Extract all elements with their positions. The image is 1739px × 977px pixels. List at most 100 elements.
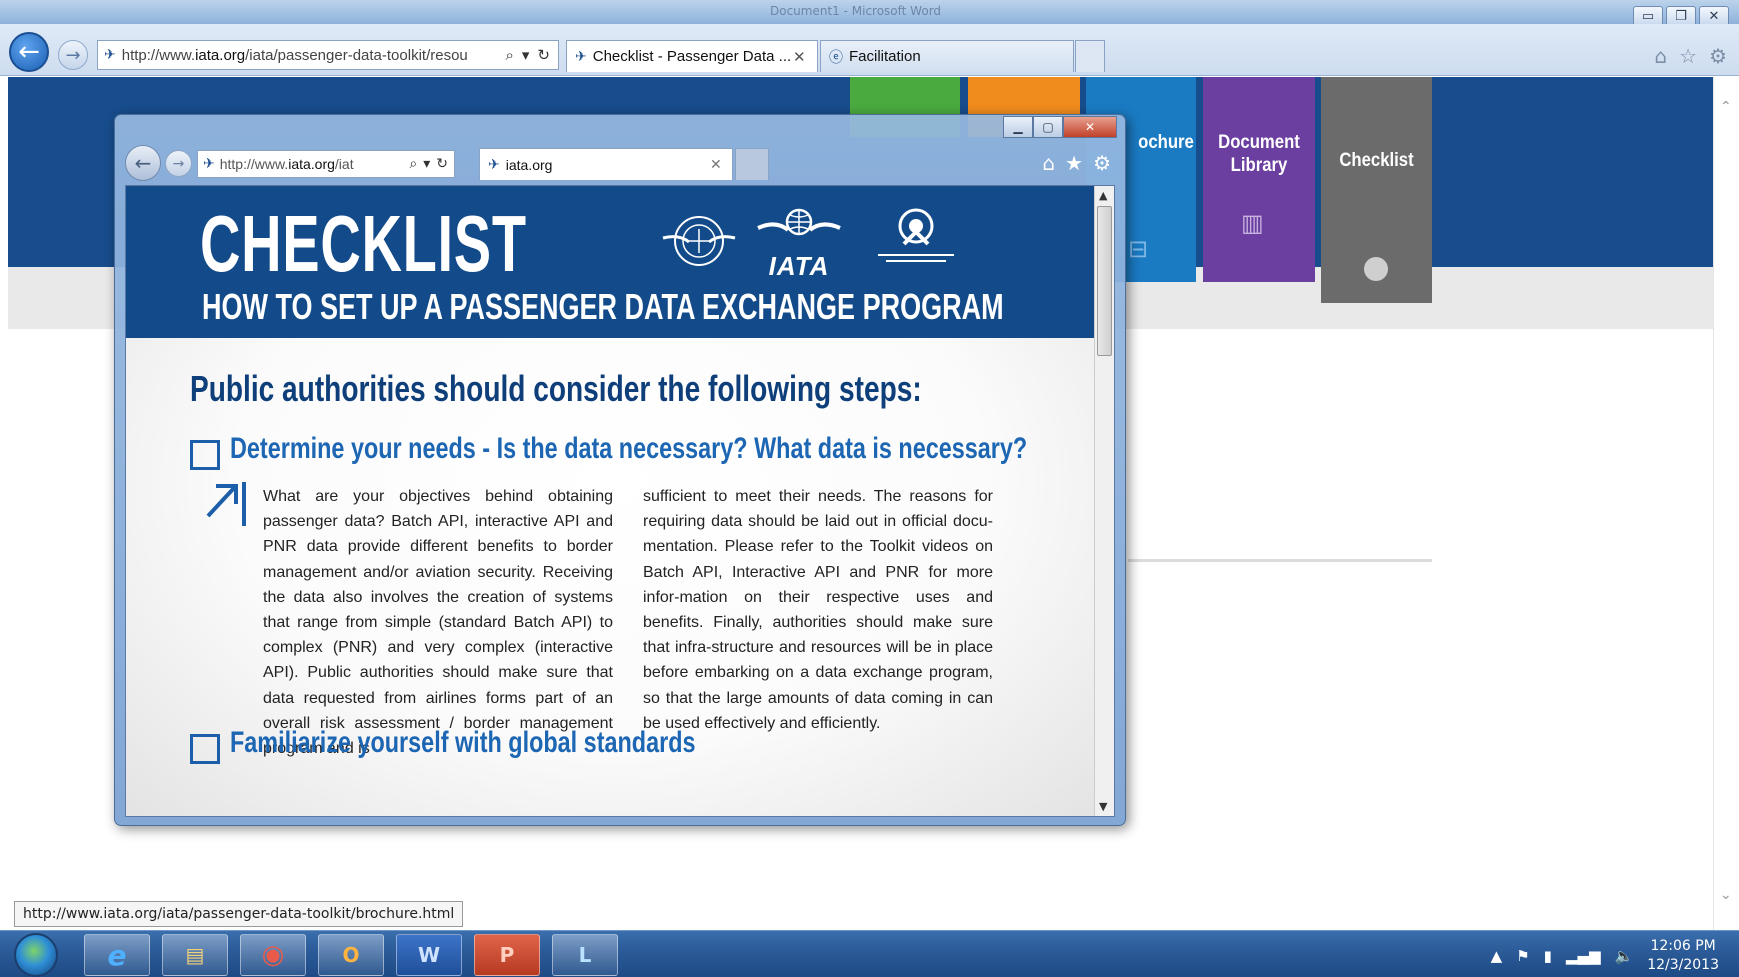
word-icon[interactable]: W: [396, 934, 462, 976]
popup-maximize-button[interactable]: ▢: [1033, 116, 1063, 138]
popup-document-view: CHECKLIST HOW TO SET UP A PASSENGER DATA…: [125, 185, 1115, 817]
restore-button[interactable]: ❐: [1666, 6, 1696, 26]
outlook-icon[interactable]: O: [318, 934, 384, 976]
dropdown-arrow-icon[interactable]: ▾: [522, 46, 530, 64]
show-hidden-icons-icon[interactable]: ▲: [1491, 947, 1503, 965]
step-label: Familiarize yourself with global standar…: [230, 726, 696, 759]
divider: [1128, 559, 1432, 562]
checklist-title: CHECKLIST: [200, 199, 527, 288]
back-button[interactable]: ←: [9, 32, 49, 72]
ie-page-icon: ⓔ: [829, 49, 843, 66]
popup-address-bar[interactable]: ✈ http://www.iata.org/iat ⌕ ▾ ↻: [197, 150, 455, 178]
status-url-tooltip: http://www.iata.org/iata/passenger-data-…: [14, 901, 464, 927]
settings-gear-icon[interactable]: ⚙: [1093, 151, 1111, 175]
close-tab-icon[interactable]: ✕: [793, 48, 817, 66]
dot-icon: [1364, 257, 1388, 281]
step-description-column-1: What are your objectives behind obtainin…: [263, 488, 613, 758]
forward-arrow-icon: →: [172, 155, 185, 172]
windows-taskbar: e ▤ ◉ O W P L ▲ ⚑ ▮ ▂▄▆ 🔈 12:06 PM 12/3/…: [0, 930, 1739, 977]
new-tab-button[interactable]: [1075, 40, 1105, 72]
popup-window-controls: ▁ ▢ ✕: [1003, 116, 1117, 138]
step-checkbox[interactable]: [190, 440, 220, 470]
forward-arrow-icon: →: [65, 44, 81, 66]
step-checkbox[interactable]: [190, 734, 220, 764]
refresh-icon[interactable]: ↻: [436, 156, 448, 172]
page-scrollbar[interactable]: ⌃ ⌄: [1713, 77, 1739, 930]
checklist-subtitle: HOW TO SET UP A PASSENGER DATA EXCHANGE …: [202, 286, 1004, 327]
tab-label: Checklist - Passenger Data ...: [592, 48, 792, 65]
site-tab-document-library[interactable]: Document Library ▥: [1203, 77, 1315, 282]
powerpoint-icon[interactable]: P: [474, 934, 540, 976]
start-button-icon[interactable]: [14, 933, 58, 977]
popup-address-url: http://www.iata.org/iat: [219, 156, 354, 172]
refresh-icon[interactable]: ↻: [537, 46, 550, 64]
internet-explorer-icon[interactable]: e: [84, 934, 150, 976]
volume-icon[interactable]: 🔈: [1615, 947, 1634, 965]
tab-facilitation[interactable]: ⓔ Facilitation: [820, 40, 1074, 72]
scroll-up-icon[interactable]: ⌃: [1720, 99, 1732, 115]
step-label: Determine your needs - Is the data neces…: [230, 432, 1028, 465]
chrome-icon[interactable]: ◉: [240, 934, 306, 976]
back-arrow-icon: ←: [18, 37, 40, 67]
popup-new-tab-button[interactable]: [735, 148, 769, 180]
network-signal-icon[interactable]: ▂▄▆: [1566, 947, 1601, 965]
minimize-button[interactable]: ▭: [1633, 6, 1663, 26]
wco-logo-icon: [866, 204, 966, 274]
scroll-down-icon[interactable]: ▼: [1099, 800, 1107, 813]
home-icon[interactable]: ⌂: [1042, 151, 1055, 175]
site-favicon-icon: ✈: [203, 156, 215, 172]
window-titlebar: Document1 - Microsoft Word ▭ ❐ ✕: [0, 0, 1739, 26]
clock-time: 12:06 PM: [1650, 938, 1716, 954]
popup-close-button[interactable]: ✕: [1063, 116, 1117, 138]
back-arrow-icon: ←: [134, 151, 152, 175]
window-title: Document1 - Microsoft Word: [770, 4, 942, 18]
favorites-star-icon[interactable]: ★: [1065, 151, 1083, 175]
popup-forward-button[interactable]: →: [165, 150, 192, 177]
clock-date: 12/3/2013: [1647, 957, 1719, 973]
system-clock[interactable]: 12:06 PM 12/3/2013: [1647, 937, 1719, 975]
window-controls: ▭ ❐ ✕: [1633, 6, 1729, 26]
power-icon[interactable]: ▮: [1544, 947, 1552, 965]
library-icon: ▥: [1241, 209, 1264, 237]
settings-gear-icon[interactable]: ⚙: [1709, 44, 1727, 68]
site-tab-label: Checklist: [1339, 150, 1414, 171]
tab-label: iata.org: [505, 156, 553, 173]
system-tray: ▲ ⚑ ▮ ▂▄▆ 🔈 12:06 PM 12/3/2013: [1491, 937, 1719, 975]
lync-icon[interactable]: L: [552, 934, 618, 976]
screen: Document1 - Microsoft Word ▭ ❐ ✕ ← → ✈ h…: [0, 0, 1739, 977]
close-button[interactable]: ✕: [1699, 6, 1729, 26]
popup-scrollbar[interactable]: ▲ ▼: [1094, 186, 1114, 816]
checklist-header: CHECKLIST HOW TO SET UP A PASSENGER DATA…: [126, 186, 1096, 338]
site-favicon-icon: ✈: [488, 156, 500, 173]
scroll-thumb[interactable]: [1097, 206, 1112, 356]
action-center-flag-icon[interactable]: ⚑: [1516, 947, 1529, 965]
browser-right-tools: ⌂ ☆ ⚙: [1654, 44, 1727, 68]
iata-logo-text: IATA: [768, 251, 830, 281]
search-icon[interactable]: ⌕: [409, 156, 417, 172]
favorites-star-icon[interactable]: ☆: [1679, 44, 1697, 68]
tab-label: Facilitation: [849, 48, 921, 65]
iata-logo: IATA: [756, 206, 842, 282]
file-explorer-icon[interactable]: ▤: [162, 934, 228, 976]
popup-right-tools: ⌂ ★ ⚙: [1042, 151, 1111, 175]
close-tab-icon[interactable]: ✕: [710, 157, 732, 173]
dropdown-arrow-icon[interactable]: ▾: [423, 156, 430, 172]
home-icon[interactable]: ⌂: [1654, 44, 1667, 68]
scroll-up-icon[interactable]: ▲: [1099, 189, 1107, 202]
scroll-down-icon[interactable]: ⌄: [1720, 887, 1732, 903]
popup-back-button[interactable]: ←: [125, 145, 161, 181]
popup-tab-iata[interactable]: ✈ iata.org ✕: [479, 148, 733, 180]
checklist-body: Public authorities should consider the f…: [126, 338, 1096, 816]
forward-button[interactable]: →: [58, 40, 88, 70]
diagonal-arrow-icon: [206, 482, 246, 526]
tab-checklist[interactable]: ✈ Checklist - Passenger Data ... ✕: [566, 40, 818, 72]
icao-logo-icon: [659, 208, 739, 278]
site-tab-checklist[interactable]: Checklist: [1321, 77, 1432, 303]
popup-minimize-button[interactable]: ▁: [1003, 116, 1033, 138]
steps-heading: Public authorities should consider the f…: [190, 368, 922, 409]
site-favicon-icon: ✈: [104, 47, 116, 63]
step-description-column-2: sufficient to meet their needs. The reas…: [643, 488, 993, 732]
address-bar[interactable]: ✈ http://www.iata.org/iata/passenger-dat…: [97, 40, 559, 70]
search-icon[interactable]: ⌕: [505, 46, 513, 64]
site-tab-label: ochure: [1138, 132, 1194, 153]
